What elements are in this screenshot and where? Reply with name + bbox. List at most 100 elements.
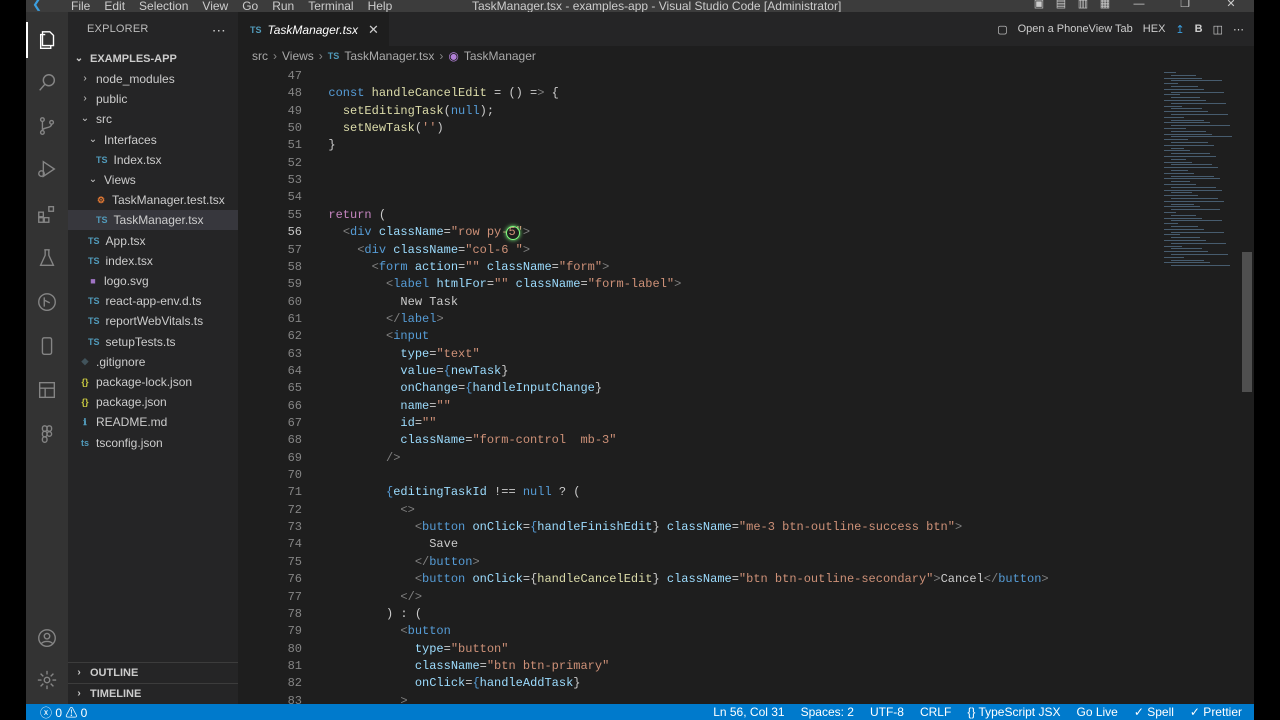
code-line[interactable]: 49 setEditingTask(null); (238, 103, 1178, 120)
remote-explorer-icon[interactable] (26, 372, 68, 408)
accounts-icon[interactable] (26, 620, 68, 656)
code-line[interactable]: 61 </label> (238, 311, 1178, 328)
file-item[interactable]: {} package.json (68, 392, 238, 412)
folder-views[interactable]: ⌄ Views (68, 170, 238, 190)
file-item[interactable]: TS TaskManager.tsx (68, 210, 238, 231)
git-graph-icon[interactable] (26, 284, 68, 320)
minimap[interactable] (1160, 72, 1240, 272)
code-line[interactable]: 50 setNewTask('') (238, 120, 1178, 137)
code-line[interactable]: 64 value={newTask} (238, 363, 1178, 380)
code-line[interactable]: 74 Save (238, 536, 1178, 553)
close-button[interactable]: ✕ (1208, 0, 1254, 12)
menu-terminal[interactable]: Terminal (301, 0, 360, 12)
open-preview-icon[interactable]: ↥ (1175, 23, 1184, 36)
minimize-button[interactable]: — (1116, 0, 1162, 12)
open-phoneview-button[interactable]: Open a PhoneView Tab (1018, 23, 1133, 35)
code-line[interactable]: 63 type="text" (238, 346, 1178, 363)
file-item[interactable]: TS setupTests.ts (68, 332, 238, 352)
menu-run[interactable]: Run (265, 0, 301, 12)
code-line[interactable]: 59 <label htmlFor="" className="form-lab… (238, 276, 1178, 293)
breadcrumb-src[interactable]: src (252, 49, 268, 63)
code-line[interactable]: 76 <button onClick={handleCancelEdit} cl… (238, 571, 1178, 588)
code-line[interactable]: 77 </> (238, 589, 1178, 606)
layout-sidebar-icon[interactable]: ▣ (1028, 0, 1050, 12)
status-item[interactable]: CRLF (920, 705, 951, 719)
code-line[interactable]: 51 } (238, 137, 1178, 154)
code-line[interactable]: 70 (238, 467, 1178, 484)
timeline-section[interactable]: › TIMELINE (68, 683, 238, 703)
source-control-icon[interactable] (26, 108, 68, 144)
code-line[interactable]: 71 {editingTaskId !== null ? ( (238, 484, 1178, 501)
menu-help[interactable]: Help (361, 0, 400, 12)
status-item[interactable]: UTF-8 (870, 705, 904, 719)
settings-gear-icon[interactable] (26, 662, 68, 698)
menu-selection[interactable]: Selection (132, 0, 195, 12)
code-line[interactable]: 79 <button (238, 623, 1178, 640)
file-item[interactable]: ◆ .gitignore (68, 352, 238, 372)
problems-indicator[interactable]: ⓧ 0 ⚠ 0 (40, 704, 87, 720)
workspace-root[interactable]: ⌄ EXAMPLES-APP (68, 49, 238, 69)
code-line[interactable]: 68 className="form-control mb-3" (238, 432, 1178, 449)
menu-file[interactable]: File (64, 0, 97, 12)
menu-go[interactable]: Go (235, 0, 265, 12)
status-item[interactable]: Ln 56, Col 31 (713, 705, 784, 719)
scrollbar-thumb[interactable] (1242, 252, 1252, 392)
folder-src[interactable]: ⌄ src (68, 109, 238, 129)
code-line[interactable]: 47 (238, 68, 1178, 85)
file-item[interactable]: {} package-lock.json (68, 372, 238, 392)
code-line[interactable]: 80 type="button" (238, 641, 1178, 658)
code-line[interactable]: 55 return ( (238, 207, 1178, 224)
file-item[interactable]: ℹ README.md (68, 412, 238, 432)
code-line[interactable]: 75 </button> (238, 554, 1178, 571)
code-line[interactable]: 62 <input (238, 328, 1178, 345)
code-line[interactable]: 52 (238, 155, 1178, 172)
phone-view-tab-icon[interactable]: ▢ (997, 23, 1007, 36)
outline-section[interactable]: › OUTLINE (68, 662, 238, 682)
code-line[interactable]: 56 <div className="row py-5"> (238, 224, 1178, 241)
testing-icon[interactable] (26, 240, 68, 276)
code-line[interactable]: 60 New Task (238, 294, 1178, 311)
search-icon[interactable] (26, 65, 68, 101)
file-item[interactable]: TS react-app-env.d.ts (68, 291, 238, 311)
folder-public[interactable]: › public (68, 89, 238, 109)
phone-view-icon[interactable] (26, 328, 68, 364)
run-debug-icon[interactable] (26, 151, 68, 187)
folder-node_modules[interactable]: › node_modules (68, 69, 238, 89)
file-item[interactable]: ⚙ TaskManager.test.tsx (68, 190, 238, 210)
code-line[interactable]: 65 onChange={handleInputChange} (238, 380, 1178, 397)
status-item[interactable]: {} TypeScript JSX (967, 705, 1060, 719)
code-line[interactable]: 67 id="" (238, 415, 1178, 432)
breadcrumb-views[interactable]: Views (282, 49, 314, 63)
code-line[interactable]: 73 <button onClick={handleFinishEdit} cl… (238, 519, 1178, 536)
code-line[interactable]: 54 (238, 189, 1178, 206)
close-tab-icon[interactable]: ✕ (368, 22, 379, 38)
bold-icon[interactable]: B (1195, 23, 1203, 35)
editor-scrollbar[interactable] (1240, 72, 1254, 704)
hex-button[interactable]: HEX (1143, 23, 1166, 35)
tab-taskmanager[interactable]: TS TaskManager.tsx ✕ (238, 12, 389, 46)
code-line[interactable]: 66 name="" (238, 398, 1178, 415)
folder-interfaces[interactable]: ⌄ Interfaces (68, 130, 238, 150)
layout-secondary-icon[interactable]: ▥ (1072, 0, 1094, 12)
split-editor-icon[interactable]: ◫ (1213, 23, 1223, 36)
breadcrumb-symbol[interactable]: TaskManager (464, 49, 536, 63)
status-item[interactable]: ✓ Spell (1134, 705, 1174, 719)
code-line[interactable]: 53 (238, 172, 1178, 189)
file-item[interactable]: TS index.tsx (68, 251, 238, 271)
code-line[interactable]: 72 <> (238, 502, 1178, 519)
file-item[interactable]: ts tsconfig.json (68, 433, 238, 453)
figma-icon[interactable] (26, 416, 68, 452)
extensions-icon[interactable] (26, 196, 68, 232)
code-line[interactable]: 69 /> (238, 450, 1178, 467)
customize-layout-icon[interactable]: ▦ (1094, 0, 1116, 12)
status-item[interactable]: Spaces: 2 (801, 705, 854, 719)
code-line[interactable]: 48 const handleCancelEdit = () => { (238, 85, 1178, 102)
more-actions-icon[interactable]: ⋯ (212, 22, 226, 39)
file-item[interactable]: TS Index.tsx (68, 150, 238, 170)
code-line[interactable]: 78 ) : ( (238, 606, 1178, 623)
breadcrumb-file[interactable]: TaskManager.tsx (344, 49, 434, 63)
menu-edit[interactable]: Edit (97, 0, 132, 12)
code-editor[interactable]: 47 48 const handleCancelEdit = () => {49 … (238, 69, 1254, 708)
file-item[interactable]: TS reportWebVitals.ts (68, 311, 238, 331)
restore-button[interactable]: ❐ (1162, 0, 1208, 12)
